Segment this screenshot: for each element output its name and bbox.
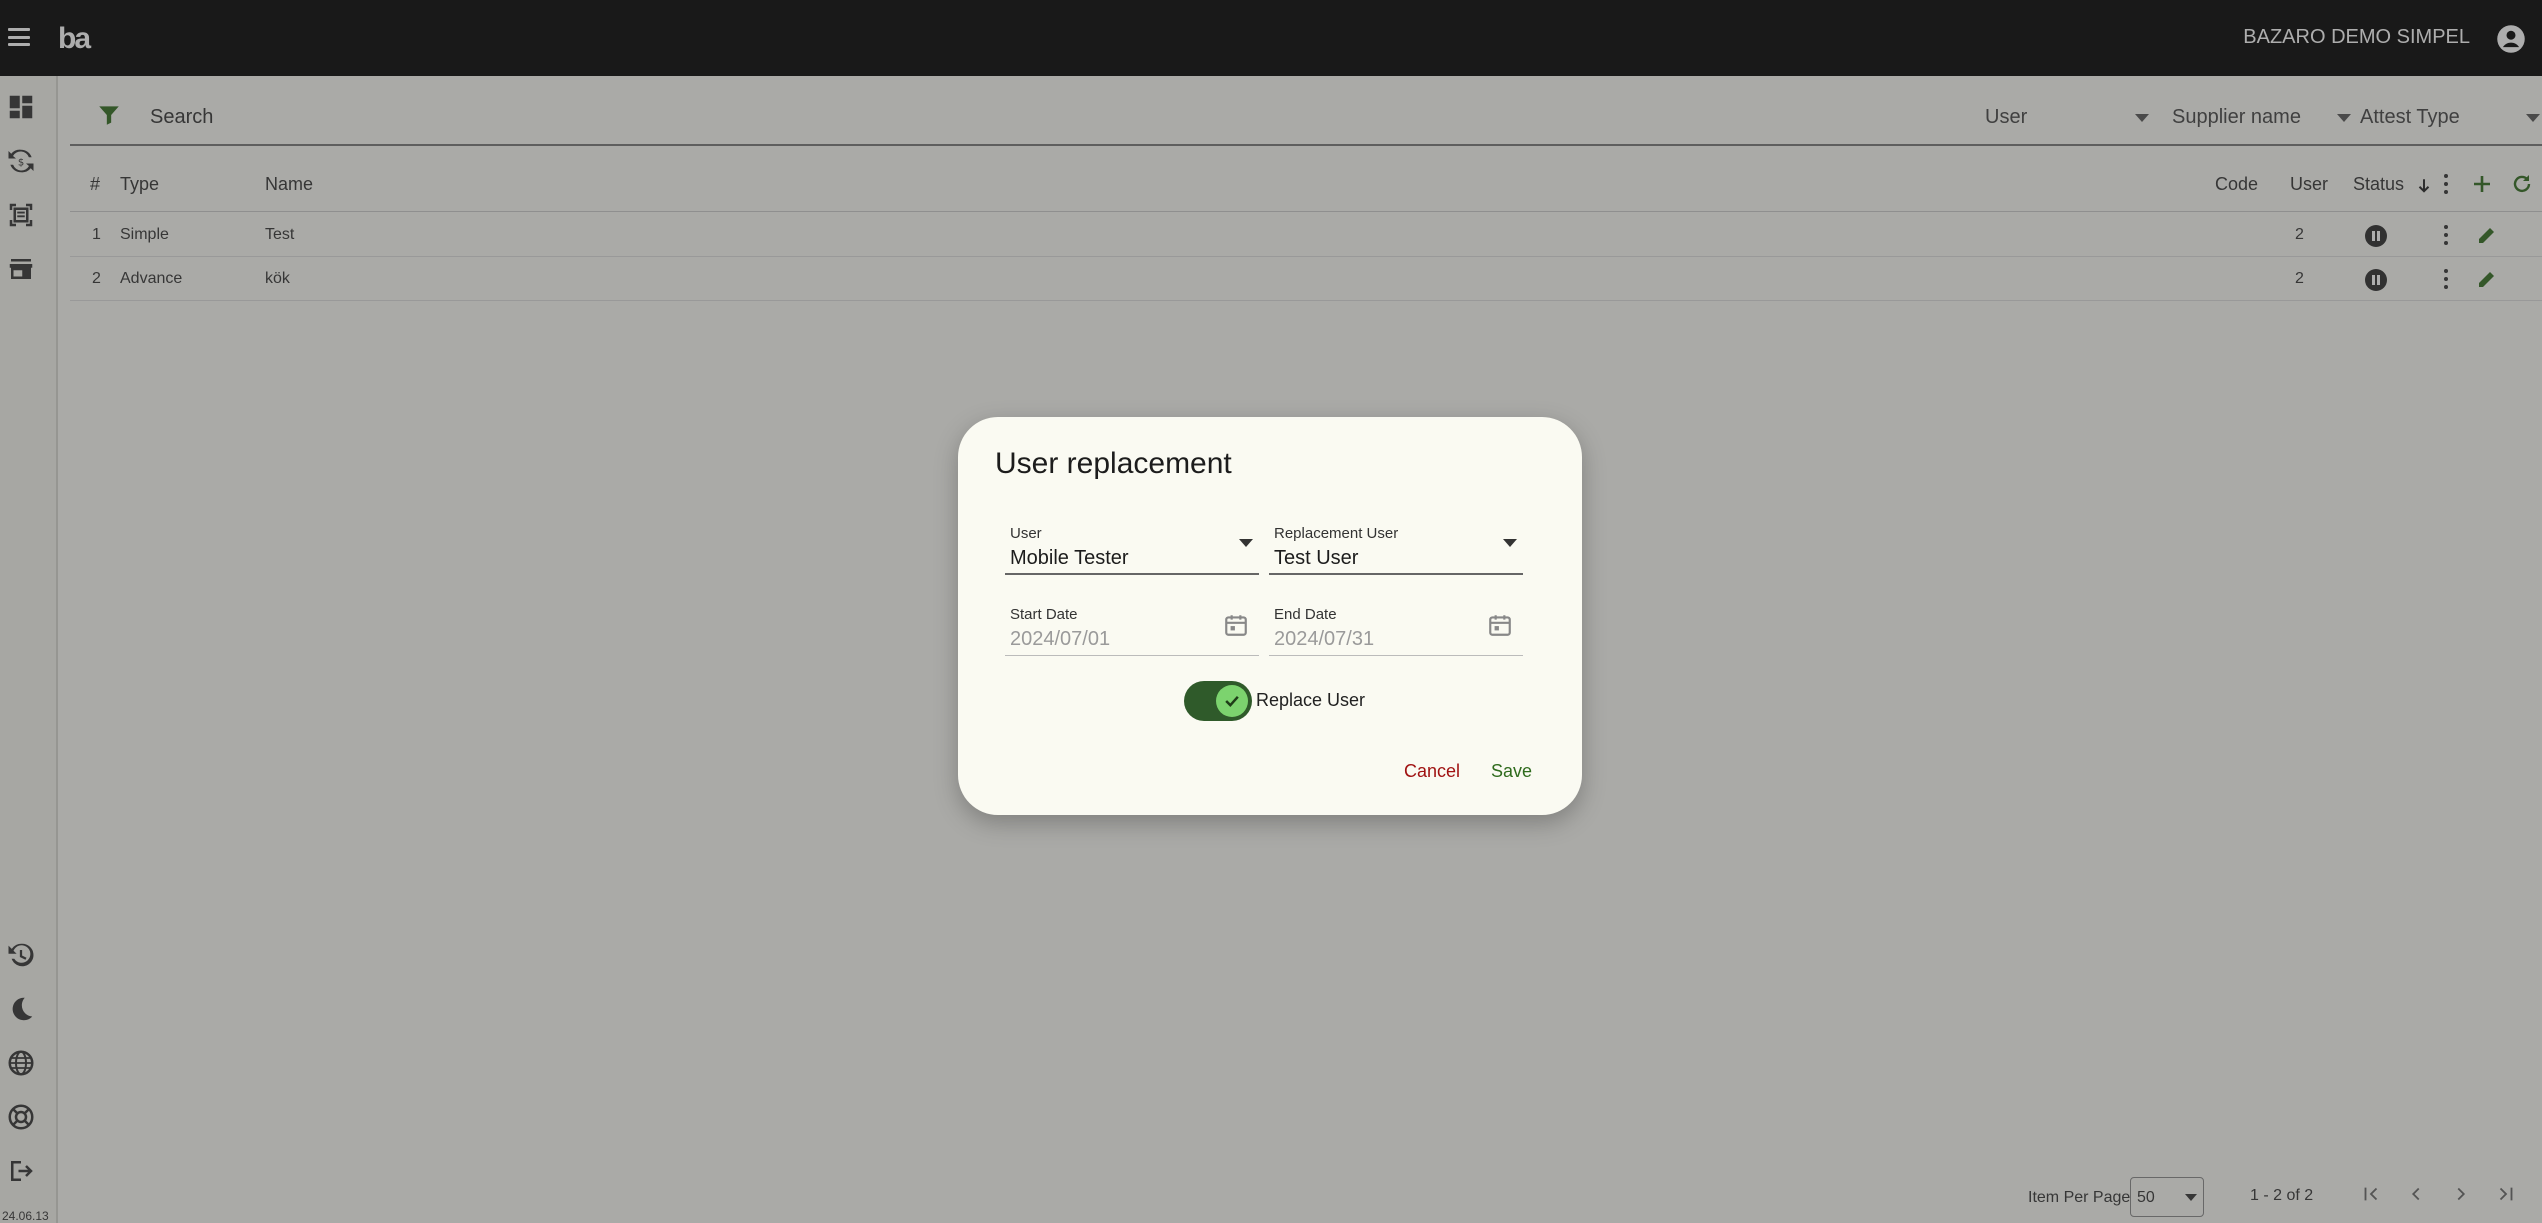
- dialog-title: User replacement: [995, 447, 1232, 480]
- end-date-field[interactable]: End Date 2024/07/31: [1269, 600, 1523, 656]
- calendar-icon[interactable]: [1487, 612, 1513, 638]
- chevron-down-icon: [1503, 539, 1517, 547]
- replace-user-toggle[interactable]: [1184, 681, 1252, 721]
- end-date-value: 2024/07/31: [1274, 628, 1375, 650]
- check-icon: [1225, 695, 1239, 707]
- start-date-label: Start Date: [1010, 606, 1078, 623]
- start-date-field[interactable]: Start Date 2024/07/01: [1005, 600, 1259, 656]
- replace-user-label: Replace User: [1256, 690, 1366, 710]
- user-select[interactable]: User Mobile Tester: [1005, 519, 1259, 575]
- toggle-knob: [1216, 685, 1248, 717]
- replacement-user-value: Test User: [1274, 547, 1359, 569]
- replacement-user-label: Replacement User: [1274, 525, 1399, 542]
- replacement-user-select[interactable]: Replacement User Test User: [1269, 519, 1523, 575]
- calendar-icon[interactable]: [1223, 612, 1249, 638]
- chevron-down-icon: [1239, 539, 1253, 547]
- user-select-label: User: [1010, 525, 1042, 542]
- save-button[interactable]: Save: [1491, 761, 1532, 782]
- user-select-value: Mobile Tester: [1010, 547, 1129, 569]
- user-replacement-dialog: User replacement User Mobile Tester Repl…: [958, 417, 1582, 815]
- end-date-label: End Date: [1274, 606, 1337, 623]
- start-date-value: 2024/07/01: [1010, 628, 1111, 650]
- cancel-button[interactable]: Cancel: [1404, 761, 1460, 782]
